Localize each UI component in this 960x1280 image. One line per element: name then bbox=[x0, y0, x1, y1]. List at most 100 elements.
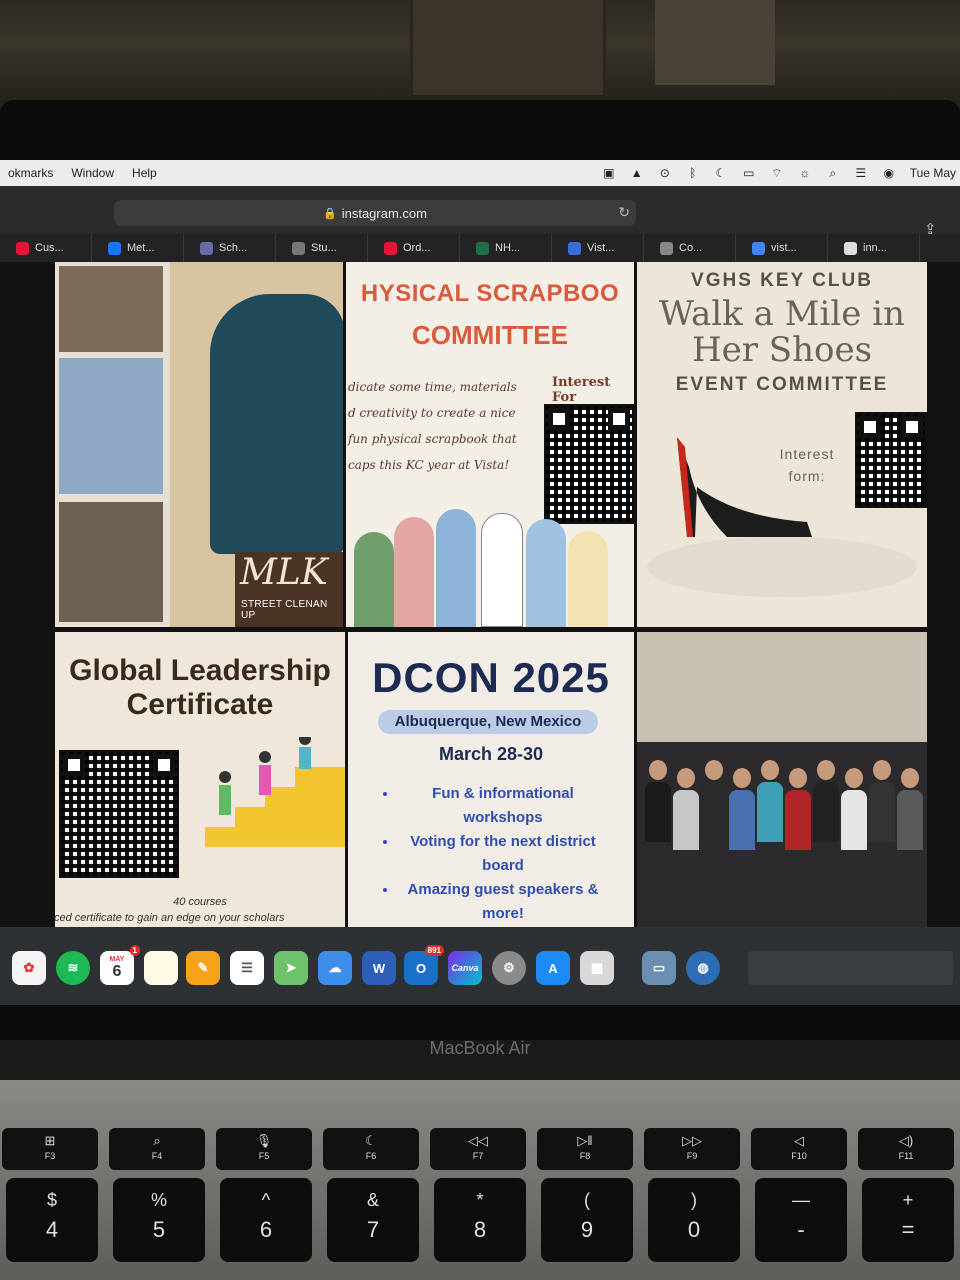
browser-tab[interactable]: NH... bbox=[460, 234, 552, 262]
post-group-photo[interactable] bbox=[637, 632, 927, 927]
key-main-symbol: 6 bbox=[259, 1217, 273, 1242]
browser-tab[interactable]: Stu... bbox=[276, 234, 368, 262]
friends-illustration bbox=[346, 497, 634, 627]
post-global-leadership[interactable]: Global Leadership Certificate 40 courses… bbox=[55, 632, 345, 927]
number-key[interactable]: (9 bbox=[541, 1178, 633, 1262]
person-body bbox=[897, 790, 923, 850]
key-main-symbol: 9 bbox=[580, 1217, 594, 1242]
post-mlk-cleanup[interactable]: MLK STREET CLENAN UP bbox=[55, 262, 343, 627]
key-label: F9 bbox=[686, 1151, 698, 1161]
preview-icon[interactable]: ▭ bbox=[642, 951, 676, 985]
notes-icon[interactable] bbox=[144, 951, 178, 985]
tab-label: Sch... bbox=[219, 242, 248, 254]
pages-icon[interactable]: ✎ bbox=[186, 951, 220, 985]
dock: ✿ ≋ MAY 6 1 ✎ ☰ ➤ ☁ W O 891 Canva ⚙ A ▦ ▭… bbox=[0, 927, 960, 1005]
function-key[interactable]: 🎙 F5 bbox=[216, 1128, 312, 1170]
school-icon bbox=[200, 241, 213, 255]
browser-tab[interactable]: Sch... bbox=[184, 234, 276, 262]
post-walk-a-mile[interactable]: VGHS KEY CLUB Walk a Mile in Her Shoes E… bbox=[637, 262, 927, 627]
person-body bbox=[757, 782, 783, 842]
reminders-icon[interactable]: ☰ bbox=[230, 951, 264, 985]
key-shift-symbol: + bbox=[902, 1190, 914, 1210]
meta-icon bbox=[108, 241, 121, 255]
control-center-icon[interactable]: ☰ bbox=[854, 167, 868, 179]
menu-bar: okmarks Window Help ▣ ▲ ⊙ ᛒ ☾ ▭ ⌔ ☼ ⌕ ☰ … bbox=[0, 160, 960, 186]
wifi-icon[interactable]: ⌔ bbox=[770, 167, 784, 179]
number-key[interactable]: ) 0 bbox=[648, 1178, 740, 1262]
number-key[interactable]: % 5 bbox=[113, 1178, 205, 1262]
function-key[interactable]: ◁) F11 bbox=[858, 1128, 954, 1170]
browser-tab[interactable]: Ord... bbox=[368, 234, 460, 262]
function-key[interactable]: ☾ F6 bbox=[323, 1128, 419, 1170]
instagram-grid: MLK STREET CLENAN UP HYSICAL SCRAPBOO CO… bbox=[0, 262, 960, 927]
menu-bookmarks[interactable]: okmarks bbox=[8, 166, 53, 180]
person-head bbox=[789, 768, 807, 788]
play-icon[interactable]: ⊙ bbox=[658, 167, 672, 179]
siri-icon[interactable]: ◉ bbox=[882, 167, 896, 179]
function-key[interactable]: ⌕ F4 bbox=[109, 1128, 205, 1170]
url-text: instagram.com bbox=[341, 205, 427, 221]
qr-code bbox=[855, 412, 927, 508]
spotlight-search-icon[interactable]: ⌕ bbox=[826, 167, 840, 179]
focus-moon-icon[interactable]: ☾ bbox=[714, 167, 728, 179]
tab-label: Ord... bbox=[403, 242, 431, 254]
number-key[interactable]: ^ 6 bbox=[220, 1178, 312, 1262]
number-key[interactable]: * 8 bbox=[434, 1178, 526, 1262]
word-icon[interactable]: W bbox=[362, 951, 396, 985]
key-shift-symbol: — bbox=[792, 1190, 810, 1210]
status-area: ▣ ▲ ⊙ ᛒ ☾ ▭ ⌔ ☼ ⌕ ☰ ◉ Tue May bbox=[602, 160, 956, 186]
browser-tab[interactable]: Co... bbox=[644, 234, 736, 262]
number-key[interactable]: + = bbox=[862, 1178, 954, 1262]
cleanup-photo bbox=[59, 502, 163, 622]
canva-icon[interactable]: Canva bbox=[448, 951, 482, 985]
key-symbol: ☾ bbox=[365, 1133, 377, 1148]
menu-window[interactable]: Window bbox=[71, 166, 114, 180]
screenshot-icon[interactable]: ▣ bbox=[602, 167, 616, 179]
number-key[interactable]: $4 bbox=[6, 1178, 98, 1262]
menubar-clock[interactable]: Tue May bbox=[910, 166, 956, 180]
weather-icon[interactable]: ☁ bbox=[318, 951, 352, 985]
function-key[interactable]: ⊞ F3 bbox=[2, 1128, 98, 1170]
room-wall bbox=[637, 632, 927, 747]
function-key[interactable]: ▷▷ F9 bbox=[644, 1128, 740, 1170]
laptop-screen: okmarks Window Help ▣ ▲ ⊙ ᛒ ☾ ▭ ⌔ ☼ ⌕ ☰ … bbox=[0, 160, 960, 1005]
brightness-icon[interactable]: ☼ bbox=[798, 167, 812, 179]
browser-tab[interactable]: Vist... bbox=[552, 234, 644, 262]
person-head bbox=[649, 760, 667, 780]
post-scrapbook-committee[interactable]: HYSICAL SCRAPBOO COMMITTEE dicate some t… bbox=[346, 262, 634, 627]
function-key[interactable]: ◁◁ F7 bbox=[430, 1128, 526, 1170]
number-key[interactable]: & 7 bbox=[327, 1178, 419, 1262]
settings-icon[interactable]: ⚙ bbox=[492, 951, 526, 985]
menu-help[interactable]: Help bbox=[132, 166, 157, 180]
key-main-symbol: = bbox=[901, 1217, 915, 1242]
spotify-icon[interactable]: ≋ bbox=[56, 951, 90, 985]
background-frame bbox=[655, 0, 775, 85]
function-key[interactable]: ◁ F10 bbox=[751, 1128, 847, 1170]
launchpad-icon[interactable]: ▦ bbox=[580, 951, 614, 985]
browser-tab[interactable]: vist... bbox=[736, 234, 828, 262]
outlook-icon[interactable]: O 891 bbox=[404, 945, 444, 985]
battery-icon[interactable]: ▭ bbox=[742, 167, 756, 179]
browser-tab[interactable]: Met... bbox=[92, 234, 184, 262]
address-bar[interactable]: 🔒 instagram.com ↻ bbox=[114, 200, 636, 226]
leadership-title: Global Leadership Certificate bbox=[69, 654, 331, 721]
app-store-icon[interactable]: A bbox=[536, 951, 570, 985]
reload-icon[interactable]: ↻ bbox=[618, 204, 630, 221]
person-head bbox=[845, 768, 863, 788]
photos-icon[interactable]: ✿ bbox=[12, 951, 46, 985]
tab-label: inn... bbox=[863, 242, 887, 254]
browser-tab[interactable]: Cus... bbox=[0, 234, 92, 262]
person-head bbox=[677, 768, 695, 788]
bluetooth-icon[interactable]: ᛒ bbox=[686, 167, 700, 179]
globe-icon[interactable]: ◍ bbox=[686, 951, 720, 985]
post-dcon-2025[interactable]: DCON 2025 Albuquerque, New Mexico March … bbox=[348, 632, 634, 927]
drive-icon[interactable]: ▲ bbox=[630, 167, 644, 179]
calendar-icon[interactable]: MAY 6 1 bbox=[100, 945, 140, 985]
minimized-windows[interactable] bbox=[748, 951, 953, 985]
function-key[interactable]: ▷‖ F8 bbox=[537, 1128, 633, 1170]
tab-label: Cus... bbox=[35, 242, 64, 254]
number-key[interactable]: — - bbox=[755, 1178, 847, 1262]
maps-icon[interactable]: ➤ bbox=[274, 951, 308, 985]
browser-tab[interactable]: inn... bbox=[828, 234, 920, 262]
key-symbol: ⊞ bbox=[44, 1133, 56, 1148]
